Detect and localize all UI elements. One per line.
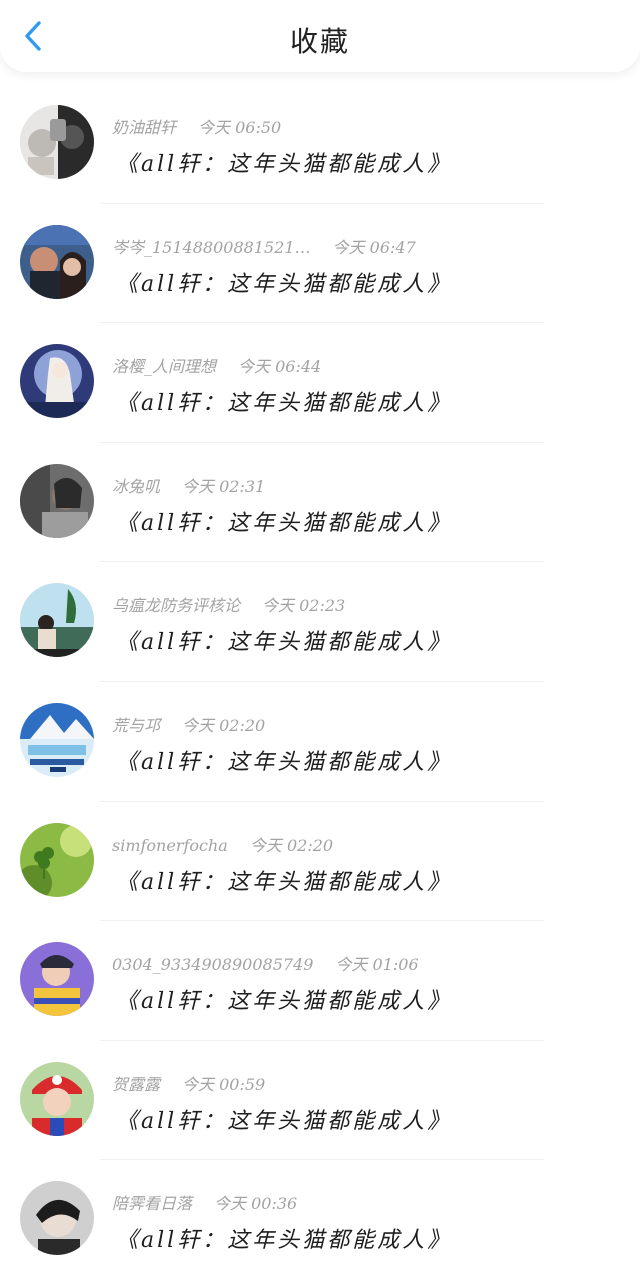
item-meta: 0304_933490890085749 今天 01:06 [112, 951, 419, 975]
work-title[interactable]: 《all轩：这年头猫都能成人》 [116, 146, 452, 178]
work-title[interactable]: 《all轩：这年头猫都能成人》 [116, 1103, 452, 1135]
timestamp: 今天 00:36 [214, 1194, 298, 1214]
avatar[interactable] [20, 224, 94, 299]
list-item[interactable]: 贺露露 今天 00:59 《all轩：这年头猫都能成人》 [0, 1041, 640, 1161]
page-title: 收藏 [289, 25, 350, 58]
list-item[interactable]: 岑岑_15148800881521… 今天 06:47 《all轩：这年头猫都能成… [0, 204, 640, 324]
item-meta: simfonerfocha 今天 02:20 [112, 832, 333, 856]
list-item[interactable]: 奶油甜轩 今天 06:50 《all轩：这年头猫都能成人》 [0, 84, 640, 204]
work-title[interactable]: 《all轩：这年头猫都能成人》 [116, 385, 452, 417]
avatar[interactable] [20, 344, 94, 419]
username[interactable]: 冰兔叽 [112, 477, 160, 496]
timestamp: 今天 02:20 [249, 835, 334, 855]
list-item[interactable]: 0304_933490890085749 今天 01:06 《all轩：这年头猫都… [0, 921, 640, 1041]
username[interactable]: 荒与邛 [112, 716, 160, 735]
username[interactable]: 陪霁看日落 [112, 1194, 192, 1213]
list-item[interactable]: simfonerfocha 今天 02:20 《all轩：这年头猫都能成人》 [0, 802, 640, 922]
timestamp: 今天 02:23 [262, 596, 346, 616]
work-title[interactable]: 《all轩：这年头猫都能成人》 [116, 266, 452, 298]
list-item[interactable]: 荒与邛 今天 02:20 《all轩：这年头猫都能成人》 [0, 682, 640, 802]
item-meta: 陪霁看日落 今天 00:36 [112, 1190, 297, 1214]
favorites-page: 收藏 奶油甜轩 今天 06:50 《all轩：这年头猫都能成人》 岑岑_1514… [0, 0, 640, 1270]
username[interactable]: 乌瘟龙防务评核论 [112, 596, 240, 615]
item-meta: 冰兔叽 今天 02:31 [112, 473, 265, 497]
username[interactable]: simfonerfocha [112, 836, 228, 855]
item-meta: 岑岑_15148800881521… 今天 06:47 [112, 234, 416, 258]
timestamp: 今天 02:20 [182, 715, 266, 735]
favorites-list: 奶油甜轩 今天 06:50 《all轩：这年头猫都能成人》 岑岑_15148800 [0, 84, 640, 1270]
timestamp: 今天 02:31 [182, 476, 266, 496]
timestamp: 今天 06:44 [238, 357, 322, 377]
username[interactable]: 贺露露 [112, 1075, 160, 1094]
username[interactable]: 洛樱_人间理想 [112, 357, 216, 376]
avatar[interactable] [20, 1181, 94, 1256]
avatar[interactable] [20, 105, 94, 179]
avatar[interactable] [20, 583, 94, 658]
list-item[interactable]: 陪霁看日落 今天 00:36 《all轩：这年头猫都能成人》 [0, 1160, 640, 1270]
top-nav-bar: 收藏 [0, 0, 640, 72]
avatar[interactable] [20, 942, 94, 1017]
work-title[interactable]: 《all轩：这年头猫都能成人》 [116, 505, 452, 537]
item-meta: 奶油甜轩 今天 06:50 [112, 114, 281, 138]
list-item[interactable]: 冰兔叽 今天 02:31 《all轩：这年头猫都能成人》 [0, 443, 640, 563]
work-title[interactable]: 《all轩：这年头猫都能成人》 [116, 1222, 452, 1254]
list-item[interactable]: 乌瘟龙防务评核论 今天 02:23 《all轩：这年头猫都能成人》 [0, 562, 640, 682]
timestamp: 今天 06:50 [198, 118, 282, 137]
username[interactable]: 奶油甜轩 [112, 118, 176, 137]
username[interactable]: 0304_933490890085749 [112, 955, 313, 974]
item-meta: 乌瘟龙防务评核论 今天 02:23 [112, 592, 345, 616]
avatar[interactable] [20, 1061, 94, 1136]
work-title[interactable]: 《all轩：这年头猫都能成人》 [116, 864, 452, 896]
item-meta: 荒与邛 今天 02:20 [112, 712, 265, 736]
username[interactable]: 岑岑_15148800881521… [112, 238, 311, 257]
avatar[interactable] [20, 822, 94, 897]
avatar[interactable] [20, 463, 94, 538]
timestamp: 今天 00:59 [182, 1074, 266, 1094]
timestamp: 今天 01:06 [335, 955, 419, 975]
work-title[interactable]: 《all轩：这年头猫都能成人》 [116, 624, 452, 656]
list-item[interactable]: 洛樱_人间理想 今天 06:44 《all轩：这年头猫都能成人》 [0, 323, 640, 443]
item-meta: 贺露露 今天 00:59 [112, 1071, 265, 1095]
item-meta: 洛樱_人间理想 今天 06:44 [112, 353, 321, 377]
work-title[interactable]: 《all轩：这年头猫都能成人》 [116, 983, 452, 1015]
avatar[interactable] [20, 702, 94, 777]
work-title[interactable]: 《all轩：这年头猫都能成人》 [116, 744, 452, 776]
timestamp: 今天 06:47 [332, 237, 416, 257]
